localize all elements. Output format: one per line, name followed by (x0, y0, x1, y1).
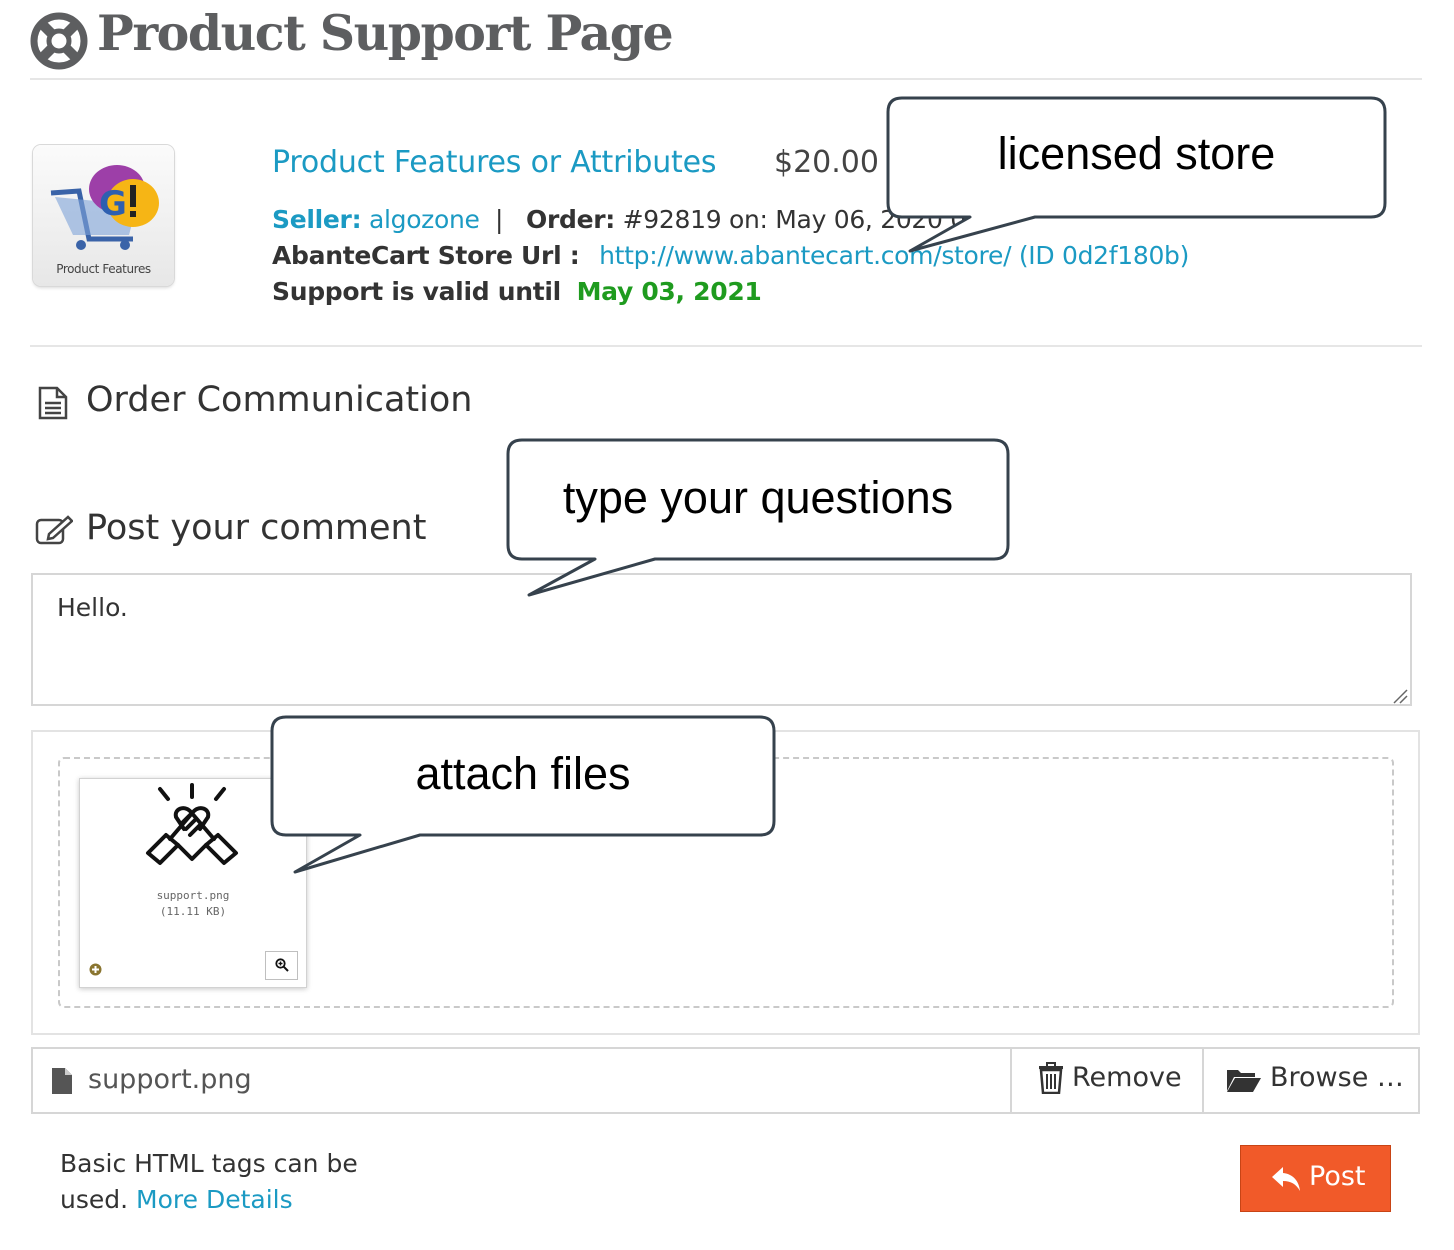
file-icon (52, 1068, 72, 1094)
title-divider (30, 78, 1422, 80)
zoom-in-icon (275, 958, 289, 972)
order-details: #92819 on: May 06, 2020 07:5 (622, 205, 1006, 234)
seller-link[interactable]: algozone (369, 205, 480, 234)
reply-icon (1272, 1167, 1300, 1191)
order-communication-title: Order Communication (86, 380, 473, 420)
plus-circle-icon[interactable] (89, 963, 102, 976)
zoom-button[interactable] (265, 951, 298, 980)
life-ring-icon (30, 12, 88, 70)
more-details-link[interactable]: More Details (136, 1185, 293, 1214)
callout-licensed-store-text: licensed store (997, 128, 1276, 179)
selected-file-name: support.png (88, 1064, 252, 1095)
seller-label: Seller: (272, 205, 362, 234)
remove-file-button[interactable]: Remove (1010, 1047, 1202, 1114)
browse-button-label: Browse … (1270, 1062, 1404, 1093)
resize-grip-icon[interactable] (1392, 688, 1408, 704)
order-label: Order: (526, 205, 615, 234)
svg-text:G: G (99, 184, 127, 224)
file-preview-card[interactable]: support.png (11.11 KB) (79, 778, 307, 988)
store-url-link[interactable]: http://www.abantecart.com/store/ (ID 0d2… (599, 241, 1189, 270)
callout-type-questions-text: type your questions (562, 472, 954, 523)
support-valid-line: Support is valid until May 03, 2021 (272, 277, 762, 306)
edit-icon (35, 515, 73, 545)
product-thumbnail-label: Product Features (56, 262, 151, 276)
post-button-label: Post (1309, 1161, 1366, 1192)
document-icon (38, 386, 68, 420)
post-comment-title: Post your comment (86, 508, 427, 548)
page-title: Product Support Page (97, 4, 674, 62)
meta-separator: | (487, 205, 519, 234)
product-price: $20.00 (774, 145, 879, 180)
file-card-name: support.png (156, 889, 230, 902)
remove-button-label: Remove (1072, 1062, 1182, 1093)
product-thumbnail[interactable]: G Product Features (33, 145, 174, 286)
post-button[interactable]: Post (1240, 1145, 1391, 1212)
product-divider (30, 345, 1422, 347)
product-name-link[interactable]: Product Features or Attributes (272, 145, 716, 180)
product-logo-icon: G (50, 165, 159, 250)
comment-textarea[interactable] (31, 573, 1412, 706)
store-url-line: AbanteCart Store Url : http://www.abante… (272, 241, 1189, 270)
file-input-group: support.png Remove Browse … (31, 1047, 1420, 1114)
store-url-label: AbanteCart Store Url : (272, 241, 580, 270)
file-card-size: (11.11 KB) (159, 905, 227, 918)
order-meta-line: Seller: algozone | Order: #92819 on: May… (272, 205, 1006, 234)
browse-button[interactable]: Browse … (1202, 1047, 1420, 1114)
callout-attach-files-text: attach files (415, 748, 631, 799)
trash-icon (1039, 1062, 1063, 1094)
handshake-icon (146, 783, 238, 865)
support-valid-label: Support is valid until (272, 277, 561, 306)
html-help-text: Basic HTML tags can be used. More Detail… (60, 1146, 380, 1218)
folder-open-icon (1227, 1070, 1261, 1092)
support-valid-date: May 03, 2021 (576, 277, 762, 306)
